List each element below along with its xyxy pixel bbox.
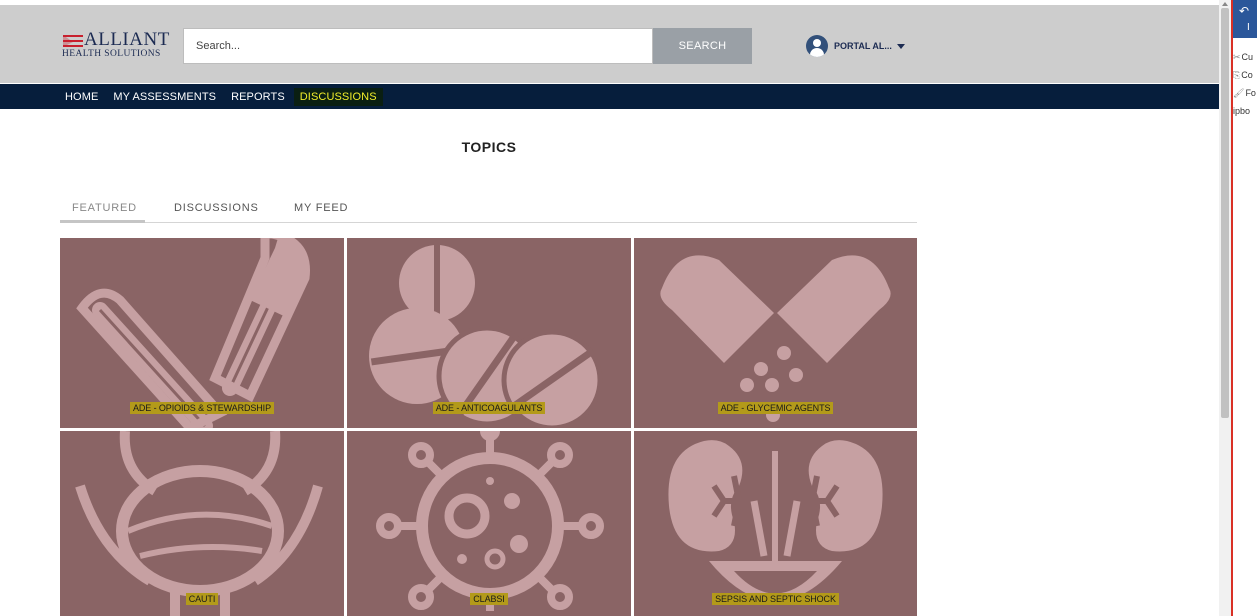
site-header: ALLIANT HEALTH SOLUTIONS SEARCH PORTAL A… [0, 5, 1219, 83]
tab-discussions[interactable]: DISCUSSIONS [174, 202, 259, 214]
page-scrollbar[interactable] [1219, 0, 1231, 616]
scissors-icon: ✂ [1233, 52, 1241, 62]
tile-label: ADE - GLYCEMIC AGENTS [634, 402, 917, 414]
topic-tile[interactable]: ADE - ANTICOAGULANTS [347, 238, 631, 428]
undo-button[interactable]: ↶ I [1233, 0, 1257, 38]
topic-tabs: FEATURED DISCUSSIONS MY FEED [60, 200, 917, 223]
office-clipboard-panel: ↶ I ✂Cu ⎘Co 🖌Fo lipbo [1231, 0, 1257, 616]
copy-button[interactable]: ⎘Co [1233, 70, 1253, 81]
capsules-icon [76, 238, 310, 428]
alliant-logo[interactable]: ALLIANT HEALTH SOLUTIONS [62, 29, 170, 65]
topic-tile[interactable]: SEPSIS AND SEPTIC SHOCK [634, 431, 917, 616]
logo-stripes-icon [63, 35, 83, 47]
undo-sub-label: I [1247, 22, 1250, 33]
page-title: TOPICS [461, 139, 517, 155]
tile-label: ADE - ANTICOAGULANTS [347, 402, 631, 414]
topic-tile[interactable]: CAUTI [60, 431, 344, 616]
tab-my-feed[interactable]: MY FEED [294, 202, 348, 214]
logo-subtitle: HEALTH SOLUTIONS [62, 49, 161, 59]
format-painter-icon: 🖌 [1233, 88, 1245, 98]
virus-icon [376, 431, 604, 611]
user-avatar-icon [806, 35, 828, 57]
bladder-icon [75, 431, 323, 616]
topic-tile[interactable]: ADE - OPIOIDS & STEWARDSHIP [60, 238, 344, 428]
main-nav: HOME MY ASSESSMENTS REPORTS DISCUSSIONS [0, 84, 1219, 109]
logo-name: ALLIANT [84, 29, 170, 50]
nav-reports[interactable]: REPORTS [231, 91, 285, 103]
search-input[interactable] [183, 28, 653, 64]
portal-main: ALLIANT HEALTH SOLUTIONS SEARCH PORTAL A… [0, 0, 1219, 616]
nav-home[interactable]: HOME [65, 91, 98, 103]
format-painter-button[interactable]: 🖌Fo [1233, 88, 1256, 99]
search-button[interactable]: SEARCH [653, 28, 752, 64]
tile-label: SEPSIS AND SEPTIC SHOCK [634, 593, 917, 605]
scroll-thumb[interactable] [1221, 8, 1229, 418]
nav-my-assessments[interactable]: MY ASSESSMENTS [113, 91, 216, 103]
tile-label: ADE - OPIOIDS & STEWARDSHIP [60, 402, 344, 414]
chevron-down-icon [896, 43, 905, 49]
tile-label: CAUTI [60, 593, 344, 605]
undo-icon: ↶ [1239, 4, 1250, 18]
topic-tile[interactable]: ADE - GLYCEMIC AGENTS [634, 238, 917, 428]
browser-page: ALLIANT HEALTH SOLUTIONS SEARCH PORTAL A… [0, 0, 1257, 616]
user-name: PORTAL AL... [834, 41, 892, 51]
copy-icon: ⎘ [1233, 70, 1241, 80]
topic-tile[interactable]: CLABSI [347, 431, 631, 616]
nav-discussions[interactable]: DISCUSSIONS [293, 87, 383, 106]
tile-label: CLABSI [347, 593, 631, 605]
cut-button[interactable]: ✂Cu [1233, 52, 1253, 63]
tablets-icon [369, 245, 603, 428]
topic-tiles: ADE - OPIOIDS & STEWARDSHIP ADE - ANTICO… [60, 238, 917, 616]
tab-featured[interactable]: FEATURED [72, 202, 137, 214]
clipboard-group-label: lipbo [1231, 106, 1251, 116]
scroll-up-arrow-icon[interactable] [1222, 2, 1228, 6]
open-capsule-icon [660, 255, 891, 422]
kidneys-icon [668, 440, 883, 601]
active-tab-indicator [60, 220, 145, 223]
user-menu[interactable]: PORTAL AL... [806, 35, 905, 57]
